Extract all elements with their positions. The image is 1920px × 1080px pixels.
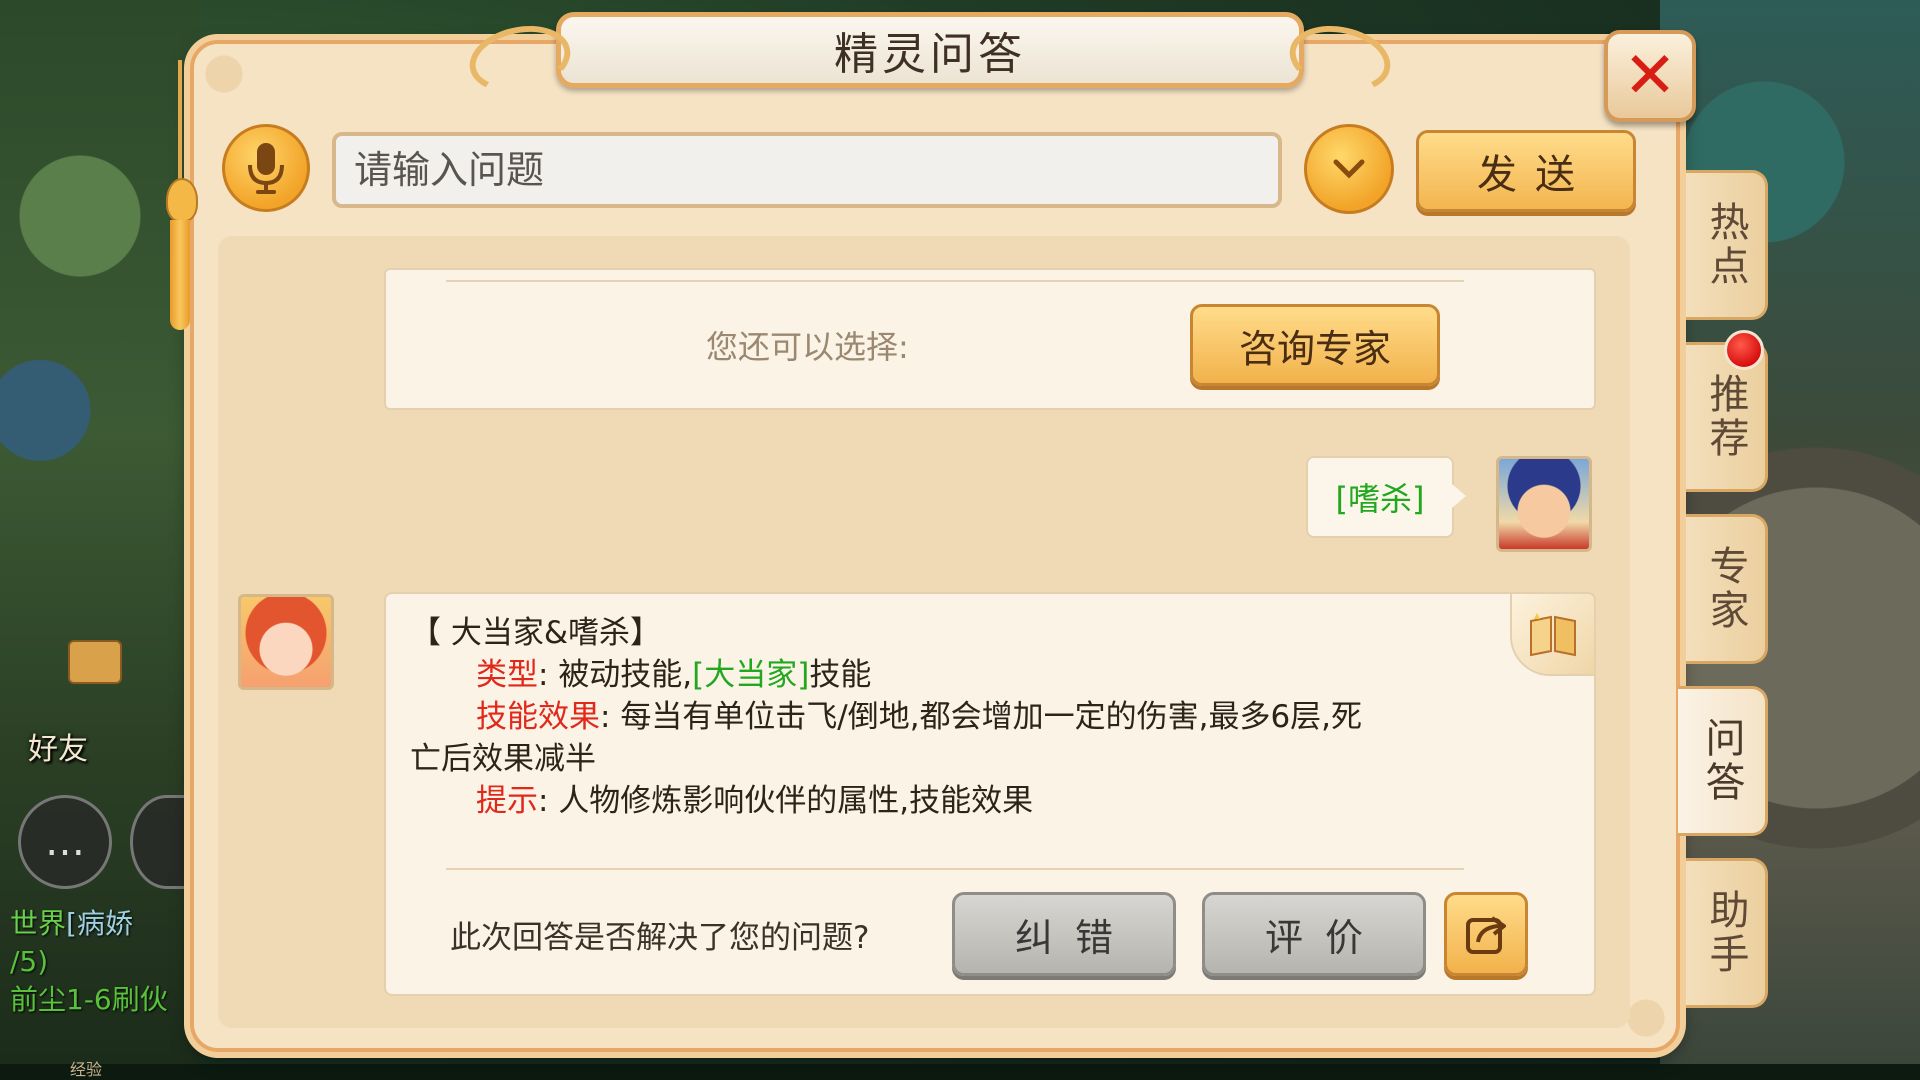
consult-expert-button[interactable]: 咨询专家: [1190, 304, 1440, 386]
dialog-title: 精灵问答: [834, 29, 1026, 80]
book-icon-graphic: [1530, 613, 1576, 657]
tab-recommend-label: 推荐: [1702, 373, 1749, 461]
tab-hot-label: 热点: [1702, 201, 1749, 289]
friends-button[interactable]: 好友: [28, 724, 88, 768]
answer-card: 【 大当家&嗜杀】 类型: 被动技能,[大当家]技能 技能效果: 每当有单位击飞…: [384, 592, 1596, 996]
tab-hot[interactable]: 热点: [1686, 170, 1768, 320]
tip-label: 提示: [476, 783, 538, 819]
type-text: 被动技能,: [558, 657, 693, 693]
effect-text: 每当有单位击飞/倒地,都会增加一定的伤害,最多6层,死: [620, 699, 1363, 735]
user-message-bubble: [嗜杀]: [1306, 456, 1466, 538]
expert-suggestion-card: 您还可以选择: 咨询专家: [384, 268, 1596, 410]
world-chat-log: 世界[病娇 /5) 前尘1-6刷伙: [10, 905, 200, 1019]
share-button[interactable]: [1444, 892, 1528, 976]
effect-label: 技能效果: [476, 699, 600, 735]
question-input[interactable]: [332, 132, 1282, 208]
answer-type-row: 类型: 被动技能,[大当家]技能: [476, 657, 872, 693]
answer-heading: 【 大当家&嗜杀】: [410, 615, 662, 651]
correct-error-button[interactable]: 纠错: [952, 892, 1176, 976]
chat-bubble-icon[interactable]: …: [18, 795, 112, 889]
user-avatar: [1496, 456, 1592, 552]
voice-input-button[interactable]: [222, 124, 310, 212]
tab-qa[interactable]: 问答: [1678, 686, 1768, 836]
tassel-decoration: [162, 60, 198, 330]
tab-expert[interactable]: 专家: [1686, 514, 1768, 664]
tip-text: 人物修炼影响伙伴的属性,技能效果: [558, 783, 1034, 819]
history-dropdown-button[interactable]: [1304, 124, 1394, 214]
answer-divider: [446, 868, 1464, 870]
answer-effect-row: 技能效果: 每当有单位击飞/倒地,都会增加一定的伤害,最多6层,死: [476, 699, 1363, 735]
fairy-avatar: [238, 594, 334, 690]
chat-line: 前尘1-6刷伙: [10, 983, 168, 1016]
dialog-title-plaque: 精灵问答: [556, 12, 1304, 88]
answer-text: 【 大当家&嗜杀】 类型: 被动技能,[大当家]技能 技能效果: 每当有单位击飞…: [410, 612, 1530, 822]
type-link[interactable]: [大当家]: [692, 657, 809, 693]
share-icon: [1466, 916, 1506, 954]
microphone-icon: [248, 143, 284, 194]
tab-assistant-label: 助手: [1702, 889, 1749, 977]
tab-qa-label: 问答: [1698, 717, 1745, 805]
feedback-question: 此次回答是否解决了您的问题?: [450, 920, 870, 956]
type-suffix: 技能: [809, 657, 872, 693]
send-button[interactable]: 发送: [1416, 130, 1636, 212]
mail-icon[interactable]: [68, 640, 122, 684]
chat-channel-tag: 世界: [10, 907, 67, 940]
rate-button[interactable]: 评价: [1202, 892, 1426, 976]
effect-text-continued: 亡后效果减半: [410, 741, 596, 777]
type-label: 类型: [476, 657, 538, 693]
close-icon: ✕: [1623, 39, 1677, 113]
close-button[interactable]: ✕: [1604, 30, 1696, 122]
tab-assistant[interactable]: 助手: [1686, 858, 1768, 1008]
chevron-down-icon: [1333, 159, 1365, 179]
chat-line: [病娇: [66, 907, 133, 940]
tab-expert-label: 专家: [1702, 545, 1749, 633]
notification-badge: [1724, 330, 1764, 370]
experience-bar: [0, 1064, 1920, 1080]
expert-prompt-text: 您还可以选择:: [706, 328, 909, 366]
chat-line: /5): [10, 945, 49, 978]
answer-tip-row: 提示: 人物修炼影响伙伴的属性,技能效果: [476, 783, 1034, 819]
experience-label: 经验: [70, 1060, 103, 1079]
